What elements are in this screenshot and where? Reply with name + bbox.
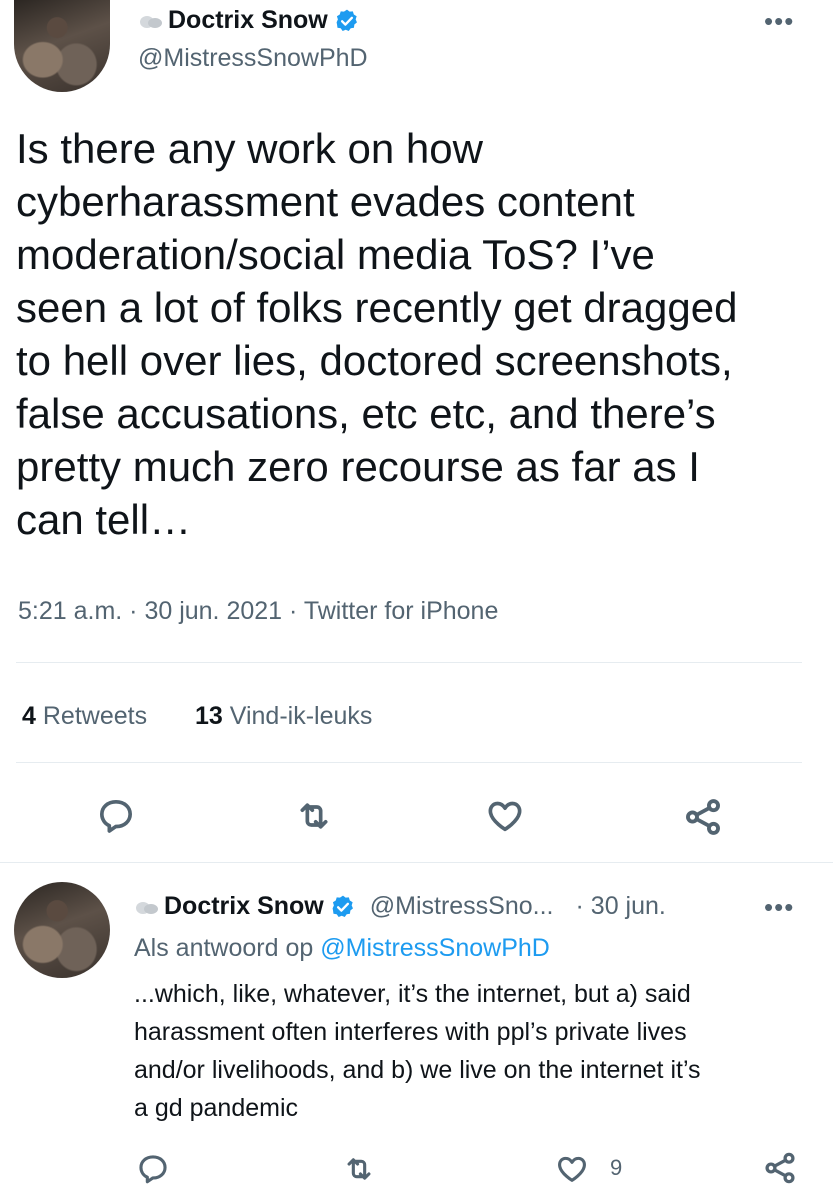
retweet-icon[interactable] <box>340 1152 378 1186</box>
retweets-count: 4 <box>22 702 36 730</box>
verified-badge-icon <box>336 9 357 31</box>
reply-author-row[interactable]: Doctrix Snow @MistressSno... · 30 jun. <box>134 892 666 921</box>
likes-count: 13 <box>194 702 223 730</box>
reply-display-name[interactable]: Doctrix Snow <box>164 892 324 921</box>
share-icon[interactable] <box>682 796 724 838</box>
retweets-label: Retweets <box>42 702 148 730</box>
more-icon[interactable]: ••• <box>764 6 794 37</box>
reply-text-line: and/or livelihoods, and b) we live on th… <box>134 1056 701 1084</box>
divider <box>16 762 802 763</box>
tweet-text-line: moderation/social media ToS? I’ve <box>16 231 655 278</box>
heart-icon[interactable] <box>484 796 526 836</box>
reply-text-line: harassment often interferes with ppl’s p… <box>134 1018 687 1046</box>
author-name-row[interactable]: Doctrix Snow <box>138 6 360 35</box>
reply-handle[interactable]: @MistressSno... <box>370 892 554 921</box>
tweet-timestamp[interactable]: 5:21 a.m. · 30 jun. 2021 · Twitter for i… <box>18 597 498 626</box>
likes-stat[interactable]: 13 Vind-ik-leuks <box>195 702 372 730</box>
tweet-text-line: pretty much zero recourse as far as I <box>16 443 700 490</box>
more-icon[interactable]: ••• <box>764 892 794 923</box>
tweet-stats: 4 Retweets 13 Vind-ik-leuks <box>22 702 372 731</box>
likes-label: Vind-ik-leuks <box>229 702 373 730</box>
tweet-text-line: Is there any work on how <box>16 125 483 172</box>
replying-to-label: Als antwoord op <box>134 934 314 962</box>
reply-icon[interactable] <box>96 796 136 836</box>
tweet-text-line: cyberharassment evades content <box>16 178 635 225</box>
tweet-text-line: seen a lot of folks recently get dragged <box>16 284 738 331</box>
avatar[interactable] <box>14 0 110 92</box>
like-count: 9 <box>610 1155 623 1180</box>
heart-icon[interactable] <box>554 1152 590 1186</box>
reply-text-line: ...which, like, whatever, it’s the inter… <box>134 980 691 1008</box>
display-name[interactable]: Doctrix Snow <box>168 6 328 35</box>
verified-badge-icon <box>332 895 353 917</box>
tweet-text-line: false accusations, etc etc, and there’s <box>16 390 716 437</box>
reply-date[interactable]: · 30 jun. <box>576 892 666 921</box>
cloud-emoji-icon <box>138 12 164 30</box>
reply-icon[interactable] <box>136 1152 170 1186</box>
tweet-text-line: to hell over lies, doctored screenshots, <box>16 337 733 384</box>
retweet-icon[interactable] <box>292 796 336 836</box>
tweet-text: Is there any work on how cyberharassment… <box>16 122 826 546</box>
tweet-text-line: can tell… <box>16 496 192 543</box>
author-handle[interactable]: @MistressSnowPhD <box>138 44 368 73</box>
divider <box>0 862 833 863</box>
retweets-stat[interactable]: 4 Retweets <box>22 702 147 730</box>
cloud-emoji-icon <box>134 898 160 916</box>
divider <box>16 662 802 663</box>
reply-avatar[interactable] <box>14 882 110 978</box>
share-icon[interactable] <box>762 1150 798 1186</box>
replying-to: Als antwoord op @MistressSnowPhD <box>134 934 550 963</box>
replying-to-link[interactable]: @MistressSnowPhD <box>320 934 550 962</box>
reply-text-line: a gd pandemic <box>134 1094 299 1122</box>
reply-text: ...which, like, whatever, it’s the inter… <box>134 975 824 1127</box>
